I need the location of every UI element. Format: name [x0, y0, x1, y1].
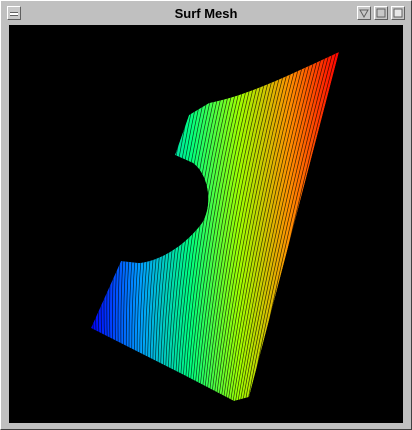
mesh-line — [103, 52, 137, 401]
close-icon[interactable] — [391, 6, 405, 20]
mesh-line — [91, 52, 120, 401]
mesh-line — [60, 45, 86, 415]
mesh-line — [57, 45, 83, 415]
mesh-line — [91, 52, 107, 401]
mesh-line — [109, 52, 143, 401]
mesh-line — [120, 52, 157, 401]
mesh-line — [91, 52, 97, 401]
title-bar[interactable]: Surf Mesh — [5, 5, 407, 23]
mesh-line — [114, 52, 150, 401]
mesh-line — [106, 52, 140, 401]
mesh-line — [92, 52, 123, 401]
app-window: Surf Mesh — [0, 0, 412, 430]
mesh-line — [91, 52, 110, 401]
mesh-line — [112, 52, 147, 401]
surface-mesh-plot — [54, 45, 339, 415]
mesh-surface — [54, 45, 339, 415]
mesh-line — [117, 52, 153, 401]
mesh-line — [97, 52, 130, 401]
mesh-line — [94, 52, 127, 401]
mesh-line — [91, 52, 103, 401]
mesh-render-canvas[interactable] — [9, 25, 403, 423]
mesh-line — [54, 45, 79, 415]
mesh-line — [100, 52, 133, 401]
minimize-icon[interactable] — [357, 6, 371, 20]
mesh-line — [91, 52, 117, 401]
mesh-line — [123, 52, 160, 401]
window-title: Surf Mesh — [174, 6, 238, 21]
mesh-line — [63, 45, 89, 415]
mesh-line — [91, 52, 100, 401]
maximize-icon[interactable] — [374, 6, 388, 20]
mesh-line — [91, 52, 113, 401]
mesh-line — [91, 52, 93, 401]
